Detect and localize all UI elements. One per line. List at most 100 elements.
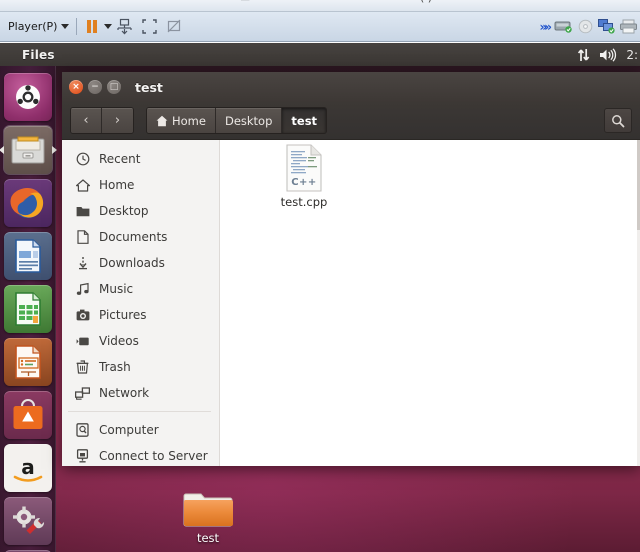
sidebar-item-connect-to-server[interactable]: Connect to Server bbox=[62, 443, 219, 466]
launcher-item-system-settings[interactable] bbox=[3, 497, 52, 545]
close-button[interactable]: × bbox=[69, 80, 83, 94]
printer-icon[interactable] bbox=[620, 19, 637, 34]
sidebar-item-documents-label: Documents bbox=[99, 230, 168, 244]
file-item-test-cpp[interactable]: C++ test.cpp bbox=[262, 144, 346, 209]
enter-fullscreen-icon[interactable] bbox=[139, 16, 160, 37]
launcher-focused-pip-right bbox=[51, 146, 57, 154]
cd-dvd-icon[interactable] bbox=[578, 19, 593, 34]
launcher-item-libreoffice-calc[interactable] bbox=[3, 285, 52, 333]
launcher-item-amazon[interactable]: a bbox=[3, 444, 52, 492]
sidebar-item-downloads[interactable]: Downloads bbox=[62, 250, 219, 276]
clock-icon bbox=[75, 152, 90, 166]
sidebar-item-network[interactable]: Network bbox=[62, 380, 219, 406]
pause-dropdown-icon[interactable] bbox=[104, 24, 113, 29]
launcher-item-firefox[interactable] bbox=[3, 179, 52, 227]
sidebar-item-videos[interactable]: Videos bbox=[62, 328, 219, 354]
panel-indicators: 2: bbox=[577, 48, 638, 62]
vmware-player-menu[interactable]: Player(P) bbox=[8, 20, 70, 33]
sidebar-item-recent[interactable]: Recent bbox=[62, 146, 219, 172]
window-controls: × − □ bbox=[69, 80, 121, 94]
toolbar-divider bbox=[76, 18, 78, 35]
panel-clock[interactable]: 2: bbox=[626, 48, 638, 62]
download-icon bbox=[75, 256, 90, 270]
screen: ▭ ( ) Player(P) bbox=[0, 0, 640, 552]
sidebar-item-music-label: Music bbox=[99, 282, 134, 296]
launcher-item-libreoffice-writer[interactable] bbox=[3, 232, 52, 280]
sidebar-item-home-label: Home bbox=[99, 178, 135, 192]
breadcrumb-desktop-label: Desktop bbox=[224, 113, 273, 128]
sound-indicator-icon[interactable] bbox=[599, 47, 617, 62]
sidebar-item-music[interactable]: Music bbox=[62, 276, 219, 302]
breadcrumb-test[interactable]: test bbox=[282, 108, 327, 133]
amazon-icon: a bbox=[13, 455, 42, 482]
unity-mode-icon[interactable] bbox=[164, 16, 185, 37]
breadcrumb-home[interactable]: Home bbox=[147, 108, 216, 133]
host-window-titlebar-clipped: ▭ ( ) bbox=[0, 0, 640, 12]
music-icon bbox=[75, 282, 90, 296]
sidebar-item-downloads-label: Downloads bbox=[99, 256, 165, 270]
ubuntu-top-panel: Files 2: bbox=[0, 43, 640, 66]
nautilus-body: Recent Home Desktop Documents Downloads … bbox=[62, 140, 640, 466]
file-list-view[interactable]: C++ test.cpp bbox=[220, 140, 640, 466]
video-icon bbox=[75, 336, 90, 347]
calc-spreadsheet-icon bbox=[14, 292, 41, 326]
folder-icon bbox=[75, 205, 90, 217]
back-button[interactable]: ‹ bbox=[71, 108, 102, 133]
nautilus-toolbar: ‹ › Home Desktop test bbox=[62, 102, 640, 140]
sidebar-divider bbox=[68, 411, 211, 412]
home-icon bbox=[156, 115, 168, 127]
forward-button[interactable]: › bbox=[102, 108, 133, 133]
send-ctrl-alt-del-icon[interactable] bbox=[114, 16, 135, 37]
hard-disk-icon[interactable] bbox=[554, 19, 573, 34]
desktop-folder-test[interactable]: test bbox=[178, 485, 238, 545]
system-settings-icon bbox=[12, 506, 44, 534]
document-icon bbox=[75, 230, 90, 244]
launcher-item-files[interactable] bbox=[0, 125, 57, 175]
expand-tray-icon[interactable]: »» bbox=[539, 20, 551, 34]
breadcrumb-test-label: test bbox=[291, 113, 318, 128]
sidebar-item-recent-label: Recent bbox=[99, 152, 141, 166]
host-titlebar-ghost-text: ( ) bbox=[420, 0, 432, 4]
svg-text:C++: C++ bbox=[291, 177, 317, 188]
chevron-down-icon bbox=[61, 24, 70, 29]
trash-icon bbox=[75, 360, 90, 374]
sidebar-item-desktop-label: Desktop bbox=[99, 204, 149, 218]
vmware-player-toolbar: Player(P) »» bbox=[0, 12, 640, 42]
host-titlebar-ghost-left: ▭ bbox=[240, 0, 250, 4]
impress-presentation-icon bbox=[14, 345, 41, 379]
breadcrumb-home-label: Home bbox=[172, 113, 206, 128]
sidebar-item-connect-to-server-label: Connect to Server bbox=[99, 449, 208, 463]
search-button[interactable] bbox=[604, 108, 632, 133]
unity-launcher: a bbox=[0, 66, 57, 552]
sidebar-item-computer[interactable]: Computer bbox=[62, 417, 219, 443]
vmware-player-menu-label: Player(P) bbox=[8, 20, 58, 33]
computer-icon bbox=[75, 423, 90, 437]
svg-text:a: a bbox=[21, 455, 35, 479]
sidebar-item-pictures[interactable]: Pictures bbox=[62, 302, 219, 328]
maximize-button[interactable]: □ bbox=[107, 80, 121, 94]
launcher-running-pip-left bbox=[0, 146, 4, 154]
network-adapter-icon[interactable] bbox=[598, 19, 615, 34]
sidebar-item-computer-label: Computer bbox=[99, 423, 159, 437]
window-titlebar[interactable]: × − □ test bbox=[62, 72, 640, 102]
camera-icon bbox=[75, 309, 90, 321]
network-indicator-icon[interactable] bbox=[577, 48, 590, 62]
launcher-item-ubuntu-software[interactable] bbox=[3, 391, 52, 439]
minimize-button[interactable]: − bbox=[88, 80, 102, 94]
server-icon bbox=[75, 449, 90, 463]
sidebar-item-documents[interactable]: Documents bbox=[62, 224, 219, 250]
pause-button[interactable] bbox=[87, 20, 98, 33]
window-title: test bbox=[135, 79, 163, 95]
navigation-buttons: ‹ › bbox=[70, 107, 134, 134]
sidebar-item-trash[interactable]: Trash bbox=[62, 354, 219, 380]
sidebar-item-pictures-label: Pictures bbox=[99, 308, 147, 322]
panel-app-name[interactable]: Files bbox=[22, 48, 55, 62]
sidebar-item-home[interactable]: Home bbox=[62, 172, 219, 198]
desktop-icon-label: test bbox=[196, 531, 220, 545]
launcher-item-dash-home[interactable] bbox=[3, 73, 52, 121]
sidebar-item-desktop[interactable]: Desktop bbox=[62, 198, 219, 224]
sidebar-item-network-label: Network bbox=[99, 386, 150, 400]
breadcrumb-desktop[interactable]: Desktop bbox=[215, 108, 283, 133]
sidebar-item-videos-label: Videos bbox=[99, 334, 139, 348]
launcher-item-libreoffice-impress[interactable] bbox=[3, 338, 52, 386]
